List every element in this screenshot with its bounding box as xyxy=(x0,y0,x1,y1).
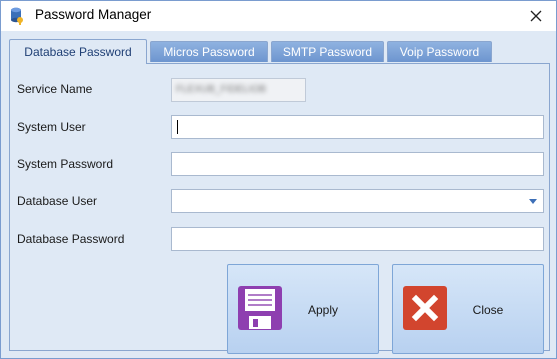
close-button[interactable]: Close xyxy=(392,264,544,354)
tab-database-password[interactable]: Database Password xyxy=(9,39,147,64)
window-title: Password Manager xyxy=(35,7,152,22)
title-bar: Password Manager xyxy=(1,1,556,31)
service-name-value: FLEXUB_FIDELIOB xyxy=(176,84,267,95)
tab-micros-password[interactable]: Micros Password xyxy=(150,41,268,62)
service-name-field: FLEXUB_FIDELIOB xyxy=(171,78,306,102)
database-user-label: Database User xyxy=(17,194,98,208)
system-password-input[interactable] xyxy=(171,152,544,176)
tab-smtp-password[interactable]: SMTP Password xyxy=(271,41,384,62)
apply-label: Apply xyxy=(307,303,339,317)
database-password-label: Database Password xyxy=(17,232,125,246)
database-key-icon xyxy=(11,7,23,25)
chevron-down-icon[interactable] xyxy=(529,199,537,204)
system-user-label: System User xyxy=(17,120,86,134)
database-user-dropdown[interactable] xyxy=(171,189,544,213)
apply-button[interactable]: Apply xyxy=(227,264,379,354)
text-cursor xyxy=(177,120,178,134)
system-user-input[interactable] xyxy=(171,115,544,139)
tab-voip-password[interactable]: Voip Password xyxy=(387,41,492,62)
database-password-input[interactable] xyxy=(171,227,544,251)
system-password-label: System Password xyxy=(17,157,114,171)
close-label: Close xyxy=(472,303,504,317)
window-close-icon[interactable] xyxy=(524,4,548,28)
password-manager-window: Password Manager Database Password Micro… xyxy=(0,0,557,359)
service-name-label: Service Name xyxy=(17,82,93,96)
